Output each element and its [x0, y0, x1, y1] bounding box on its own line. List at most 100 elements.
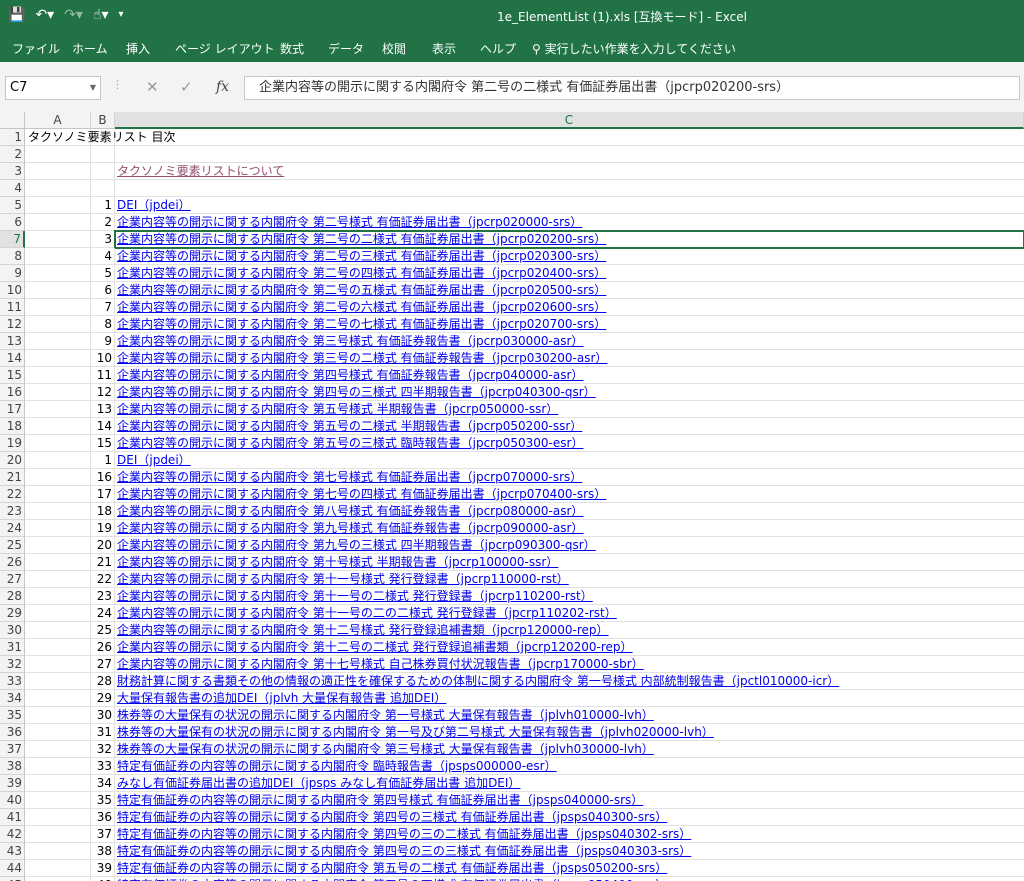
tab-review[interactable]: 校閲 [382, 40, 406, 57]
tab-view[interactable]: 表示 [432, 40, 456, 57]
cell-c[interactable]: DEI（jpdei） [115, 197, 1024, 214]
hyperlink[interactable]: 特定有価証券の内容等の開示に関する内閣府令 第四号の三の二様式 有価証券届出書（… [117, 826, 691, 842]
cell-b[interactable]: 13 [91, 401, 115, 418]
hyperlink[interactable]: 特定有価証券の内容等の開示に関する内閣府令 臨時報告書（jpsps000000-… [117, 758, 557, 774]
cell-b[interactable]: 20 [91, 537, 115, 554]
cell-b[interactable]: 14 [91, 418, 115, 435]
row-header[interactable]: 37 [0, 741, 25, 758]
row-header[interactable]: 4 [0, 180, 25, 197]
hyperlink[interactable]: 企業内容等の開示に関する内閣府令 第七号様式 有価証券届出書（jpcrp0700… [117, 469, 582, 485]
row-header[interactable]: 36 [0, 724, 25, 741]
row-header[interactable]: 44 [0, 860, 25, 877]
cell-b[interactable]: 30 [91, 707, 115, 724]
tab-home[interactable]: ホーム [72, 40, 108, 57]
cell-a[interactable] [25, 809, 91, 826]
hyperlink[interactable]: 企業内容等の開示に関する内閣府令 第二号の三様式 有価証券届出書（jpcrp02… [117, 248, 606, 264]
cell-c[interactable]: 企業内容等の開示に関する内閣府令 第四号様式 有価証券報告書（jpcrp0400… [115, 367, 1024, 384]
hyperlink[interactable]: DEI（jpdei） [117, 197, 191, 213]
row-header[interactable]: 19 [0, 435, 25, 452]
cell-c[interactable]: 企業内容等の開示に関する内閣府令 第九号の三様式 四半期報告書（jpcrp090… [115, 537, 1024, 554]
hyperlink[interactable]: 企業内容等の開示に関する内閣府令 第十一号様式 発行登録書（jpcrp11000… [117, 571, 569, 587]
hyperlink[interactable]: 企業内容等の開示に関する内閣府令 第二号の七様式 有価証券届出書（jpcrp02… [117, 316, 606, 332]
cell-c[interactable]: 企業内容等の開示に関する内閣府令 第二号の七様式 有価証券届出書（jpcrp02… [115, 316, 1024, 333]
row-header[interactable]: 40 [0, 792, 25, 809]
cell-b[interactable] [91, 146, 115, 163]
cell-c[interactable] [115, 180, 1024, 197]
row-header[interactable]: 16 [0, 384, 25, 401]
cell-c[interactable]: 株券等の大量保有の状況の開示に関する内閣府令 第一号様式 大量保有報告書（jpl… [115, 707, 1024, 724]
cell-b[interactable]: 18 [91, 503, 115, 520]
cell-b[interactable]: 35 [91, 792, 115, 809]
hyperlink[interactable]: DEI（jpdei） [117, 452, 191, 468]
cell-a[interactable] [25, 452, 91, 469]
cell-b[interactable]: 11 [91, 367, 115, 384]
cell-c[interactable]: 企業内容等の開示に関する内閣府令 第十一号の二の二様式 発行登録書（jpcrp1… [115, 605, 1024, 622]
hyperlink[interactable]: 企業内容等の開示に関する内閣府令 第十二号様式 発行登録追補書類（jpcrp12… [117, 622, 609, 638]
tab-data[interactable]: データ [328, 40, 364, 57]
cell-b[interactable]: 31 [91, 724, 115, 741]
cell-b[interactable]: 6 [91, 282, 115, 299]
hyperlink[interactable]: 企業内容等の開示に関する内閣府令 第十二号の二様式 発行登録追補書類（jpcrp… [117, 639, 633, 655]
row-header[interactable]: 14 [0, 350, 25, 367]
cell-a[interactable] [25, 877, 91, 881]
cell-c[interactable]: 企業内容等の開示に関する内閣府令 第九号様式 有価証券報告書（jpcrp0900… [115, 520, 1024, 537]
cell-a[interactable] [25, 673, 91, 690]
cell-b[interactable]: 37 [91, 826, 115, 843]
cell-b[interactable]: 10 [91, 350, 115, 367]
row-header[interactable]: 8 [0, 248, 25, 265]
cell-b[interactable]: 21 [91, 554, 115, 571]
cell-a[interactable] [25, 792, 91, 809]
cell-b[interactable]: 5 [91, 265, 115, 282]
column-header-a[interactable]: A [25, 112, 91, 129]
hyperlink[interactable]: 企業内容等の開示に関する内閣府令 第十一号の二の二様式 発行登録書（jpcrp1… [117, 605, 617, 621]
enter-icon[interactable]: ✓ [180, 78, 193, 96]
cell-a[interactable] [25, 197, 91, 214]
cell-c[interactable]: 特定有価証券の内容等の開示に関する内閣府令 第四号の三の二様式 有価証券届出書（… [115, 826, 1024, 843]
hyperlink[interactable]: 企業内容等の開示に関する内閣府令 第九号の三様式 四半期報告書（jpcrp090… [117, 537, 596, 553]
tab-help[interactable]: ヘルプ [480, 40, 516, 57]
cell-a[interactable] [25, 231, 91, 248]
cell-a[interactable] [25, 163, 91, 180]
cell-c[interactable]: 企業内容等の開示に関する内閣府令 第五号様式 半期報告書（jpcrp050000… [115, 401, 1024, 418]
cell-b[interactable]: 12 [91, 384, 115, 401]
hyperlink[interactable]: 企業内容等の開示に関する内閣府令 第八号様式 有価証券報告書（jpcrp0800… [117, 503, 583, 519]
cell-a[interactable] [25, 316, 91, 333]
row-header[interactable]: 9 [0, 265, 25, 282]
hyperlink[interactable]: 特定有価証券の内容等の開示に関する内閣府令 第四号様式 有価証券届出書（jpsp… [117, 792, 643, 808]
cell-c[interactable] [115, 129, 1024, 146]
cell-a[interactable] [25, 401, 91, 418]
cell-a[interactable] [25, 843, 91, 860]
cell-b[interactable]: 34 [91, 775, 115, 792]
cell-b[interactable]: 3 [91, 231, 115, 248]
cell-b[interactable]: 17 [91, 486, 115, 503]
cell-c[interactable]: 企業内容等の開示に関する内閣府令 第二号の六様式 有価証券届出書（jpcrp02… [115, 299, 1024, 316]
row-header[interactable]: 7 [0, 231, 25, 248]
row-header[interactable]: 17 [0, 401, 25, 418]
cell-c[interactable]: 企業内容等の開示に関する内閣府令 第八号様式 有価証券報告書（jpcrp0800… [115, 503, 1024, 520]
cell-c[interactable]: 企業内容等の開示に関する内閣府令 第三号様式 有価証券報告書（jpcrp0300… [115, 333, 1024, 350]
cell-a[interactable] [25, 775, 91, 792]
cell-c[interactable]: 企業内容等の開示に関する内閣府令 第十一号の二様式 発行登録書（jpcrp110… [115, 588, 1024, 605]
cell-c[interactable]: 企業内容等の開示に関する内閣府令 第二号の四様式 有価証券届出書（jpcrp02… [115, 265, 1024, 282]
row-header[interactable]: 45 [0, 877, 25, 881]
cell-a[interactable] [25, 146, 91, 163]
cell-a[interactable] [25, 214, 91, 231]
chevron-down-icon[interactable]: ▼ [90, 77, 96, 99]
hyperlink[interactable]: 財務計算に関する書類その他の情報の適正性を確保するための体制に関する内閣府令 第… [117, 673, 839, 689]
cell-a[interactable] [25, 384, 91, 401]
cell-b[interactable]: 15 [91, 435, 115, 452]
cell-c[interactable]: みなし有価証券届出書の追加DEI（jpsps みなし有価証券届出書 追加DEI） [115, 775, 1024, 792]
hyperlink[interactable]: 株券等の大量保有の状況の開示に関する内閣府令 第一号様式 大量保有報告書（jpl… [117, 707, 654, 723]
row-header[interactable]: 27 [0, 571, 25, 588]
cell-c[interactable]: 株券等の大量保有の状況の開示に関する内閣府令 第一号及び第二号様式 大量保有報告… [115, 724, 1024, 741]
row-header[interactable]: 21 [0, 469, 25, 486]
row-header[interactable]: 26 [0, 554, 25, 571]
cell-a[interactable] [25, 180, 91, 197]
cancel-icon[interactable]: ✕ [146, 78, 159, 96]
cell-c[interactable]: 企業内容等の開示に関する内閣府令 第二号の三様式 有価証券届出書（jpcrp02… [115, 248, 1024, 265]
cell-a[interactable] [25, 520, 91, 537]
cell-c[interactable]: 企業内容等の開示に関する内閣府令 第十二号様式 発行登録追補書類（jpcrp12… [115, 622, 1024, 639]
cell-c[interactable]: 企業内容等の開示に関する内閣府令 第五号の二様式 半期報告書（jpcrp0502… [115, 418, 1024, 435]
tab-file[interactable]: ファイル [12, 40, 60, 57]
row-header[interactable]: 38 [0, 758, 25, 775]
